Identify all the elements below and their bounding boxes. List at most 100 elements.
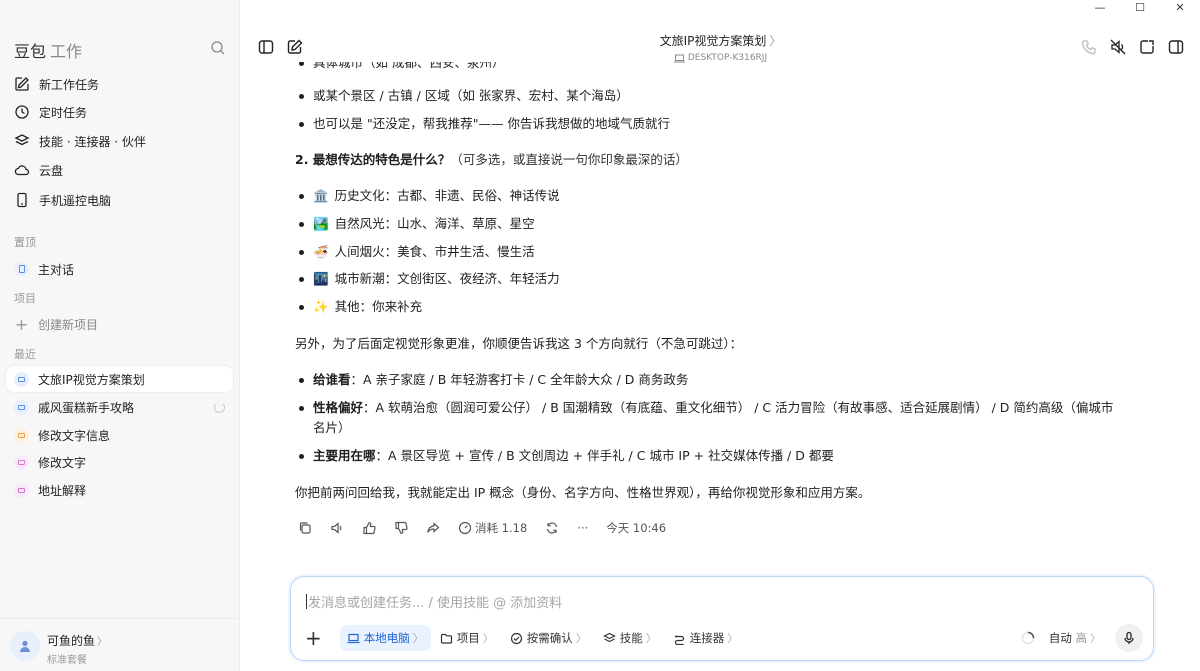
conversation-title[interactable]: 文旅IP视觉方案策划〉 (241, 32, 1200, 49)
message-composer: 发消息或创建任务... / 使用技能 @ 添加资料 + 本地电脑〉 项目〉 按需… (290, 576, 1154, 661)
attach-plus-button[interactable]: + (301, 626, 332, 650)
chat-icon (14, 261, 29, 277)
edit-icon (15, 77, 29, 91)
nav-phone-remote[interactable]: 手机遥控电脑 (14, 190, 111, 210)
minimize-button[interactable]: — (1080, 0, 1120, 14)
chat-area: 具体城市（如 成都、西安、泉州） 或某个景区 / 古镇 / 区域（如 张家界、宏… (241, 62, 1200, 572)
nav-label: 技能 · 连接器 · 伙伴 (39, 134, 146, 149)
copy-window-icon[interactable] (1138, 38, 1156, 56)
feature-item: 🏛️ 历史文化：古都、非遗、民俗、神话传说 (299, 186, 560, 206)
nav-skills[interactable]: 技能 · 连接器 · 伙伴 (14, 131, 146, 151)
nav-new-task[interactable]: 新工作任务 (14, 74, 99, 94)
mute-speaker-icon[interactable] (1109, 38, 1127, 56)
message-timestamp: 今天 10:46 (606, 521, 667, 535)
conversation-recent[interactable]: 文旅IP视觉方案策划 (6, 366, 233, 392)
chat-icon (14, 482, 29, 498)
more-options-button[interactable]: ··· (577, 521, 588, 535)
chat-icon (14, 454, 29, 470)
regenerate-icon[interactable] (545, 521, 559, 535)
window-controls: — ☐ ✕ (1080, 0, 1200, 14)
message-bullet: 具体城市（如 成都、西安、泉州） (299, 62, 504, 73)
conversation-main[interactable]: 主对话 (6, 256, 233, 282)
direction-item: 主要用在哪：A 景区导览 + 宣传 / B 文创周边 + 伴手礼 / C 城市 … (299, 446, 834, 466)
composer-right-tools: 自动 高〉 (1021, 624, 1143, 652)
create-project-button[interactable]: + 创建新项目 (6, 311, 233, 337)
feature-item: 🏞️ 自然风光：山水、海洋、草原、星空 (299, 214, 535, 234)
cloud-icon (14, 165, 30, 176)
microphone-icon (1124, 631, 1134, 644)
message-actions: 消耗 1.18 ··· 今天 10:46 (298, 520, 684, 536)
landscape-icon: 🏞️ (313, 216, 329, 231)
confirm-mode-selector[interactable]: 按需确认〉 (503, 625, 594, 651)
feature-item: 🌃 城市新潮：文创街区、夜经济、年轻活力 (299, 269, 560, 289)
food-icon: 🍜 (313, 244, 329, 259)
message-bullet: 也可以是 "还没定，帮我推荐"—— 你告诉我想做的地域气质就行 (299, 114, 670, 134)
avatar (10, 631, 40, 661)
user-plan: 标准套餐 (47, 655, 87, 666)
conversation-header: 文旅IP视觉方案策划〉 DESKTOP-K316RJJ (241, 32, 1200, 63)
gauge-icon (458, 521, 472, 535)
nav-scheduled-task[interactable]: 定时任务 (14, 102, 87, 122)
conversation-recent[interactable]: 戚风蛋糕新手攻略 (6, 394, 233, 420)
phone-call-icon[interactable] (1080, 38, 1098, 56)
create-project-label: 创建新项目 (38, 317, 99, 332)
local-computer-toggle[interactable]: 本地电脑〉 (339, 625, 431, 651)
skills-selector[interactable]: 技能〉 (596, 625, 664, 651)
layers-icon (602, 632, 616, 642)
copy-icon[interactable] (298, 521, 312, 535)
projects-section-label: 项目 (14, 292, 36, 305)
conversation-label: 修改文字信息 (38, 428, 111, 443)
message-paragraph: 另外，为了后面定视觉形象更准，你顺便告诉我这 3 个方向就行（不急可跳过）： (295, 336, 743, 351)
nav-label: 新工作任务 (39, 77, 100, 92)
chat-icon (14, 427, 29, 443)
close-button[interactable]: ✕ (1160, 0, 1200, 14)
conversation-label: 地址解释 (38, 483, 87, 498)
project-selector[interactable]: 项目〉 (433, 625, 501, 651)
laptop-icon (347, 633, 360, 643)
side-panel-icon[interactable] (1167, 38, 1185, 56)
app-brand: 豆包 工作 (14, 42, 83, 61)
pinned-section-label: 置顶 (14, 236, 36, 249)
conversation-label: 修改文字 (38, 455, 87, 470)
nav-label: 手机遥控电脑 (39, 193, 112, 208)
user-name: 可鱼的鱼〉 (47, 634, 108, 648)
sidebar: 豆包 工作 新工作任务 定时任务 技能 · 连接器 · 伙伴 云盘 手机遥控电脑 … (0, 0, 240, 671)
progress-ring-icon (1021, 631, 1035, 645)
message-bullet: 或某个景区 / 古镇 / 区域（如 张家界、宏村、某个海岛） (299, 86, 629, 106)
direction-item: 给谁看：A 亲子家庭 / B 年轻游客打卡 / C 全年龄大众 / D 商务政务 (299, 370, 688, 390)
folder-icon (440, 633, 452, 644)
share-icon[interactable] (426, 521, 440, 535)
sparkles-icon: ✨ (313, 299, 329, 314)
feature-item: 🍜 人间烟火：美食、市井生活、慢生活 (299, 242, 535, 262)
loading-spinner-icon (214, 401, 225, 413)
chat-icon (14, 399, 29, 415)
phone-icon (17, 192, 27, 208)
thumbs-up-icon[interactable] (362, 521, 376, 535)
museum-icon: 🏛️ (313, 188, 329, 203)
chat-icon (14, 371, 29, 387)
usage-cost: 消耗 1.18 (458, 520, 527, 536)
conversation-recent[interactable]: 地址解释 (6, 477, 233, 503)
message-input[interactable]: 发消息或创建任务... / 使用技能 @ 添加资料 (306, 592, 562, 611)
layers-icon (14, 134, 30, 146)
nav-cloud-drive[interactable]: 云盘 (14, 160, 63, 180)
recent-section-label: 最近 (14, 348, 36, 361)
composer-toolbar: + 本地电脑〉 项目〉 按需确认〉 技能〉 连接器〉 (301, 624, 747, 652)
user-icon (20, 640, 30, 652)
thumbs-down-icon[interactable] (394, 521, 408, 535)
question-two: 2. 最想传达的特色是什么？（可多选，或直接说一句你印象最深的话） (295, 152, 688, 167)
user-profile[interactable]: 可鱼的鱼〉 标准套餐 (0, 618, 240, 671)
clock-icon (15, 105, 29, 119)
search-icon[interactable] (210, 40, 226, 56)
conversation-recent[interactable]: 修改文字 (6, 449, 233, 475)
conversation-label: 主对话 (38, 262, 75, 277)
maximize-button[interactable]: ☐ (1120, 0, 1160, 14)
microphone-button[interactable] (1115, 624, 1143, 652)
nav-label: 云盘 (39, 163, 64, 178)
connectors-selector[interactable]: 连接器〉 (666, 625, 746, 651)
city-night-icon: 🌃 (313, 271, 329, 286)
mode-selector[interactable]: 自动 高〉 (1049, 630, 1101, 646)
conversation-recent[interactable]: 修改文字信息 (6, 422, 233, 448)
read-aloud-icon[interactable] (330, 521, 344, 535)
top-bar: 文旅IP视觉方案策划〉 DESKTOP-K316RJJ (241, 14, 1200, 66)
